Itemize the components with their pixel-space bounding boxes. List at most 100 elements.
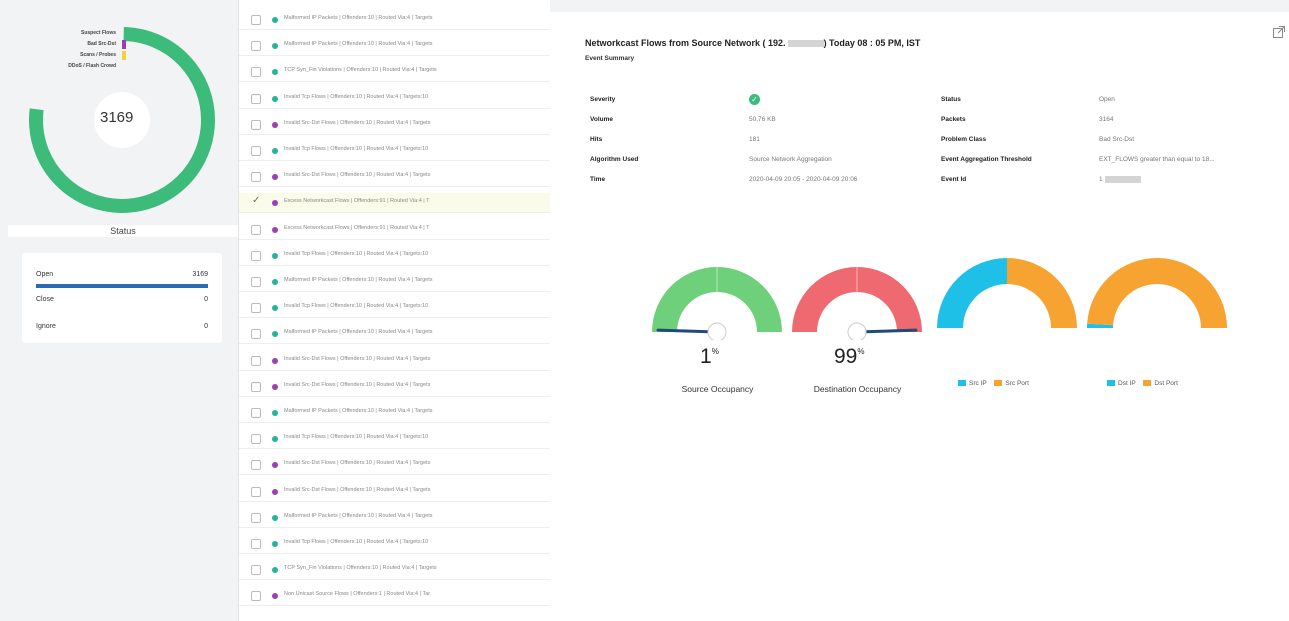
- row-checkbox[interactable]: [251, 277, 261, 287]
- severity-check-icon: ✓: [749, 94, 760, 105]
- severity-dot: [272, 436, 278, 443]
- row-checkbox[interactable]: [251, 250, 261, 261]
- event-row[interactable]: TCP Syn_Fin Violations | Offenders:10 | …: [239, 560, 551, 581]
- destination-ip-port-chart: [1087, 258, 1227, 328]
- event-row[interactable]: Malformed IP Packets | Offenders:10 | Ro…: [239, 508, 551, 528]
- status-label: Open: [36, 271, 54, 278]
- status-row-ignore[interactable]: Ignore 0: [36, 323, 208, 330]
- severity-dot: [272, 462, 278, 469]
- row-checkbox[interactable]: [251, 565, 261, 576]
- source-ip-port-legend: Src IP Src Port: [958, 380, 1029, 387]
- event-row[interactable]: Malformed IP Packets | Offenders:10 | Ro…: [239, 403, 551, 423]
- event-row[interactable]: Malformed IP Packets | Offenders:10 | Ro…: [239, 324, 551, 345]
- event-row[interactable]: Invalid Src-Dst Flows | Offenders:10 | R…: [239, 167, 551, 188]
- severity-dot: [272, 226, 278, 233]
- title-suffix: ) Today 08 : 05 PM, IST: [823, 38, 921, 48]
- detail-title: Networkcast Flows from Source Network ( …: [585, 38, 920, 48]
- cyan-swatch: [1107, 380, 1115, 387]
- event-donut-chart: Suspect Flows Bad Src-Dst Scans / Probes DD…: [0, 0, 238, 222]
- row-checkbox[interactable]: [251, 434, 261, 445]
- row-checkbox[interactable]: [251, 15, 261, 25]
- severity-dot: [272, 567, 278, 574]
- pct-sign: %: [711, 347, 719, 356]
- source-occupancy-percent: 1%: [700, 345, 719, 369]
- severity-dot: [272, 121, 278, 128]
- event-row[interactable]: Invalid Src-Dst Flows | Offenders:10 | R…: [239, 482, 551, 502]
- event-row[interactable]: Invalid Tcp Flows | Offenders:10 | Route…: [239, 141, 551, 161]
- donut-legend-item[interactable]: Bad Src-Dst: [0, 41, 116, 47]
- donut-legend-item[interactable]: Scans / Probes: [0, 52, 116, 58]
- field-key-volume: Volume: [590, 116, 613, 123]
- donut-legend-item[interactable]: Suspect Flows: [0, 30, 116, 36]
- row-checkbox[interactable]: [251, 67, 261, 78]
- row-check-icon[interactable]: ✓: [252, 195, 260, 206]
- severity-dot: [272, 148, 278, 154]
- source-occupancy-gauge: [652, 267, 782, 340]
- severity-dot: [272, 541, 278, 547]
- row-checkbox[interactable]: [251, 591, 261, 602]
- event-row[interactable]: Malformed IP Packets | Offenders:10 | Ro…: [239, 36, 551, 57]
- event-row[interactable]: Malformed IP Packets | Offenders:10 | Ro…: [239, 10, 551, 30]
- event-row[interactable]: Invalid Tcp Flows | Offenders:10 | Route…: [239, 89, 551, 109]
- row-checkbox[interactable]: [251, 146, 261, 156]
- severity-dot: [272, 488, 278, 495]
- event-row[interactable]: Invalid Tcp Flows | Offenders:10 | Route…: [239, 534, 551, 554]
- row-checkbox[interactable]: [251, 460, 261, 471]
- pct-sign: %: [857, 347, 865, 356]
- status-row-close[interactable]: Close 0: [36, 296, 208, 303]
- event-row[interactable]: Excess Networkcast Flows | Offenders:91 …: [239, 220, 551, 240]
- source-occupancy-label: Source Occupancy: [681, 384, 754, 394]
- event-row-text: Malformed IP Packets | Offenders:10 | Ro…: [284, 41, 433, 48]
- field-key-status: Status: [941, 96, 961, 103]
- masked-event-id: [1104, 176, 1141, 183]
- severity-dot: [272, 69, 278, 76]
- event-row[interactable]: Invalid Src-Dst Flows | Offenders:10 | R…: [239, 377, 551, 397]
- event-row[interactable]: Invalid Tcp Flows | Offenders:10 | Route…: [239, 246, 551, 266]
- event-id-value: 1: [1099, 176, 1103, 184]
- row-checkbox[interactable]: [251, 119, 261, 130]
- event-row[interactable]: Malformed IP Packets | Offenders:10 | Ro…: [239, 272, 551, 292]
- event-row[interactable]: ✓ Excess Networkcast Flows | Offenders:91…: [239, 193, 551, 214]
- event-row[interactable]: TCP Syn_Fin Violations | Offenders:10 | …: [239, 62, 551, 83]
- ratio-segment-ip: [937, 258, 1007, 328]
- event-row[interactable]: Invalid Tcp Flows | Offenders:10 | Route…: [239, 298, 551, 319]
- row-checkbox[interactable]: [251, 355, 261, 366]
- legend-label: Src IP: [969, 380, 987, 387]
- field-value-threshold: EXT_FLOWS greater than equal to 18...: [1099, 156, 1215, 163]
- status-label: Close: [36, 296, 54, 303]
- row-checkbox[interactable]: [251, 93, 261, 104]
- pct-value: 1: [700, 345, 712, 368]
- open-external-icon[interactable]: [1272, 25, 1286, 39]
- severity-dot: [272, 43, 278, 50]
- event-row-text: Invalid Src-Dst Flows | Offenders:10 | R…: [284, 172, 431, 179]
- severity-dot: [272, 95, 278, 102]
- row-checkbox[interactable]: [251, 539, 261, 549]
- row-checkbox[interactable]: [251, 408, 261, 418]
- row-checkbox[interactable]: [251, 329, 261, 340]
- row-checkbox[interactable]: [251, 172, 261, 183]
- donut-legend-item[interactable]: DDoS / Flash Crowd: [0, 63, 116, 69]
- field-value-algorithm: Source Network Aggregation: [749, 156, 832, 163]
- event-row[interactable]: Invalid Tcp Flows | Offenders:10 | Route…: [239, 429, 551, 450]
- legend-swatch: [122, 51, 126, 60]
- field-key-hits: Hits: [590, 136, 603, 143]
- row-checkbox[interactable]: [251, 486, 261, 497]
- severity-dot: [272, 410, 278, 416]
- row-checkbox[interactable]: [251, 41, 261, 52]
- event-row-text: Excess Networkcast Flows | Offenders:91 …: [284, 198, 430, 205]
- row-checkbox[interactable]: [251, 303, 261, 314]
- event-row-text: Invalid Tcp Flows | Offenders:10 | Route…: [284, 434, 429, 441]
- row-checkbox[interactable]: [251, 512, 261, 523]
- event-row[interactable]: Non Unicast Source Flows | Offenders:1 |…: [239, 586, 551, 607]
- event-row-text: Invalid Tcp Flows | Offenders:10 | Route…: [284, 93, 429, 100]
- status-value: 0: [204, 323, 208, 330]
- row-checkbox[interactable]: [251, 381, 261, 392]
- row-checkbox[interactable]: [251, 224, 261, 235]
- status-row-open[interactable]: Open 3169: [36, 271, 208, 278]
- event-row[interactable]: Invalid Src-Dst Flows | Offenders:10 | R…: [239, 351, 551, 371]
- field-value-time: 2020-04-09 20:05 - 2020-04-09 20:06: [749, 176, 858, 183]
- gauge-hub: [847, 322, 867, 340]
- event-row-text: Malformed IP Packets | Offenders:10 | Ro…: [284, 277, 433, 283]
- event-row[interactable]: Invalid Src-Dst Flows | Offenders:10 | R…: [239, 455, 551, 476]
- event-row[interactable]: Invalid Src-Dst Flows | Offenders:10 | R…: [239, 115, 551, 135]
